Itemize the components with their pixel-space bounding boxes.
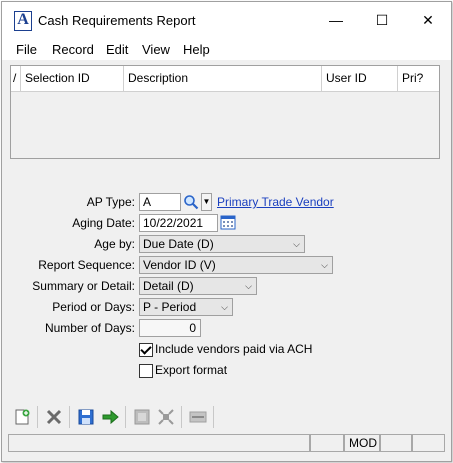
status-mod: MOD (344, 434, 380, 452)
lookup-dropdown-button[interactable]: ▼ (201, 193, 212, 211)
age-by-value: Due Date (D) (143, 237, 214, 251)
chevron-down-icon: ⌵ (321, 260, 328, 270)
report-sequence-value: Vendor ID (V) (143, 258, 216, 272)
menu-bar: File Record Edit View Help (2, 38, 451, 60)
include-ach-checkbox[interactable] (139, 343, 153, 357)
aging-date-label: Aging Date: (72, 216, 135, 230)
period-days-value: P - Period (143, 300, 197, 314)
field-icon[interactable] (189, 408, 207, 426)
minimize-button[interactable]: — (313, 2, 359, 38)
chevron-down-icon: ⌵ (221, 302, 228, 312)
col-selection-id[interactable]: Selection ID (21, 66, 124, 91)
calendar-icon[interactable] (220, 214, 236, 230)
col-pri[interactable]: Pri? (398, 66, 439, 91)
toolbar (2, 402, 451, 432)
report-sequence-select[interactable]: Vendor ID (V) ⌵ (139, 256, 333, 274)
period-days-label: Period or Days: (52, 300, 135, 314)
close-button[interactable]: ✕ (405, 2, 451, 38)
new-icon[interactable] (13, 408, 31, 426)
col-user-id[interactable]: User ID (322, 66, 398, 91)
sort-indicator[interactable]: / (11, 66, 21, 91)
include-ach-label: Include vendors paid via ACH (155, 342, 313, 356)
export-format-checkbox[interactable] (139, 364, 153, 378)
status-message (8, 434, 310, 452)
grid-header: / Selection ID Description User ID Pri? (11, 66, 439, 92)
status-cell (310, 434, 344, 452)
toolbar-separator (125, 406, 126, 428)
title-bar: A Cash Requirements Report — ☐ ✕ (2, 2, 451, 38)
menu-record[interactable]: Record (52, 42, 94, 57)
maximize-button[interactable]: ☐ (359, 2, 405, 38)
toolbar-separator (37, 406, 38, 428)
menu-help[interactable]: Help (183, 42, 210, 57)
status-cell (380, 434, 412, 452)
export-format-label: Export format (155, 363, 228, 377)
save-icon[interactable] (77, 408, 95, 426)
report-window: A Cash Requirements Report — ☐ ✕ File Re… (1, 1, 452, 462)
summary-detail-select[interactable]: Detail (D) ⌵ (139, 277, 257, 295)
number-days-input[interactable]: 0 (139, 319, 201, 337)
selection-grid[interactable]: / Selection ID Description User ID Pri? (10, 65, 440, 159)
status-cell (412, 434, 445, 452)
age-by-select[interactable]: Due Date (D) ⌵ (139, 235, 305, 253)
search-icon[interactable] (182, 193, 200, 211)
summary-detail-label: Summary or Detail: (32, 279, 135, 293)
number-days-label: Number of Days: (44, 321, 135, 335)
report-sequence-label: Report Sequence: (38, 258, 135, 272)
app-logo-icon: A (14, 11, 32, 31)
col-description[interactable]: Description (124, 66, 322, 91)
menu-view[interactable]: View (142, 42, 170, 57)
process-icon[interactable] (101, 408, 119, 426)
menu-file[interactable]: File (16, 42, 37, 57)
aging-date-input[interactable]: 10/22/2021 (139, 214, 218, 232)
chevron-down-icon: ⌵ (245, 281, 252, 291)
age-by-label: Age by: (94, 237, 135, 251)
print-icon[interactable] (133, 408, 151, 426)
ap-type-link[interactable]: Primary Trade Vendor (217, 195, 334, 209)
delete-icon[interactable] (45, 408, 63, 426)
period-days-select[interactable]: P - Period ⌵ (139, 298, 233, 316)
window-title: Cash Requirements Report (38, 13, 196, 28)
toolbar-separator (69, 406, 70, 428)
expand-icon[interactable] (157, 408, 175, 426)
toolbar-separator (181, 406, 182, 428)
ap-type-input[interactable]: A (139, 193, 181, 211)
summary-detail-value: Detail (D) (143, 279, 194, 293)
menu-edit[interactable]: Edit (106, 42, 128, 57)
ap-type-label: AP Type: (86, 195, 135, 209)
toolbar-separator (213, 406, 214, 428)
chevron-down-icon: ⌵ (293, 239, 300, 249)
status-bar: MOD (2, 433, 451, 453)
